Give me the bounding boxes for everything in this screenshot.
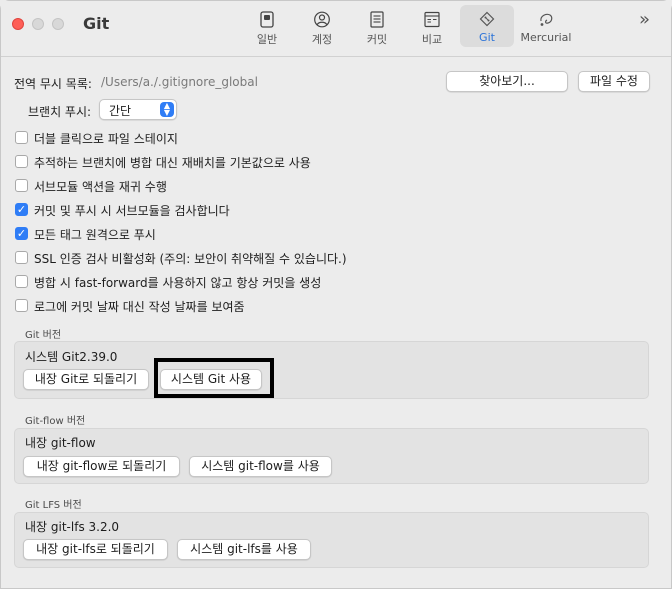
close-window-button[interactable] [12,18,24,30]
diff-window-icon [424,11,440,28]
gitlfs-version-current: 내장 git-lfs 3.2.0 [25,520,120,534]
global-ignore-label: 전역 무시 목록: [14,77,92,91]
toolbar-tab-commit[interactable]: 커밋 [359,5,395,47]
checkbox-label: 병합 시 fast-forward를 사용하지 않고 항상 커밋을 생성 [34,276,322,290]
branch-push-select[interactable]: 간단 ▲ ▼ [99,99,177,120]
checkbox-box[interactable] [15,275,28,288]
checkmark-icon[interactable]: ✓ [15,203,28,216]
window-title: Git [83,14,110,33]
gitflow-version-section-label: Git-flow 버전 [25,416,86,427]
use-embedded-git-button[interactable]: 내장 Git로 되돌리기 [23,369,149,390]
minimize-window-button[interactable] [32,18,44,30]
chevron-updown-icon: ▲ ▼ [160,102,174,117]
mercurial-icon [540,13,553,26]
checkbox-label: SSL 인증 검사 비활성화 (주의: 보안이 취약해질 수 있습니다.) [34,252,347,266]
toolbar-tab-label: 일반 [256,33,278,46]
checkbox-box[interactable] [15,179,28,192]
toolbar-tab-general[interactable]: 일반 [249,5,285,47]
toolbar-tab-label: 계정 [311,33,333,46]
toolbar-tab-mercurial[interactable]: Mercurial [517,5,575,47]
gitlfs-version-section-label: Git LFS 버전 [25,500,82,511]
checkbox-box[interactable] [15,155,28,168]
toolbar-tab-label: Mercurial [520,31,572,44]
highlight-annotation-box [154,358,274,398]
use-embedded-gitflow-button[interactable]: 내장 git-flow로 되돌리기 [23,456,180,477]
checkbox-label: 더블 클릭으로 파일 스테이지 [34,132,178,146]
checkbox-label: 추적하는 브랜치에 병합 대신 재배치를 기본값으로 사용 [34,156,311,170]
edit-file-button[interactable]: 파일 수정 [578,71,650,92]
global-ignore-path: /Users/a./.gitignore_global [101,75,258,89]
checkbox-box[interactable] [15,251,28,264]
browse-button[interactable]: 찾아보기... [446,71,568,92]
use-system-gitlfs-button[interactable]: 시스템 git-lfs를 사용 [177,539,311,560]
git-version-current: 시스템 Git2.39.0 [25,350,118,364]
checkbox-box[interactable] [15,131,28,144]
toolbar-overflow-button[interactable]: » [639,9,650,30]
use-embedded-gitlfs-button[interactable]: 내장 git-lfs로 되돌리기 [23,539,168,560]
git-version-section-label: Git 버전 [25,330,62,341]
title-bar: Git 일반 계정 커밋 비교 Git Mercurial » [1,1,671,57]
checkbox-label: 로그에 커밋 날짜 대신 작성 날짜를 보여줌 [34,300,245,314]
preferences-window: Git 일반 계정 커밋 비교 Git Mercurial » 전역 무시 목록… [0,0,672,589]
toolbar-tab-diff[interactable]: 비교 [414,5,450,47]
checkbox-box[interactable] [15,299,28,312]
toolbar-tab-label: Git [479,31,495,44]
zoom-window-button[interactable] [52,18,64,30]
general-switch-icon [260,11,274,28]
git-diamond-icon [479,11,495,27]
toolbar-tab-label: 커밋 [366,33,388,46]
branch-push-label: 브랜치 푸시: [28,105,92,119]
toolbar-tab-label: 비교 [421,33,443,46]
account-icon [314,11,330,28]
checkmark-icon[interactable]: ✓ [15,227,28,240]
commit-document-icon [370,11,384,28]
branch-push-value: 간단 [109,104,132,118]
checkbox-label: 모든 태그 원격으로 푸시 [34,228,156,242]
checkbox-label: 커밋 및 푸시 시 서브모듈을 검사합니다 [34,204,230,218]
checkbox-label: 서브모듈 액션을 재귀 수행 [34,180,167,194]
toolbar-tab-git[interactable]: Git [460,5,514,47]
use-system-gitflow-button[interactable]: 시스템 git-flow를 사용 [189,456,332,477]
toolbar-tab-accounts[interactable]: 계정 [304,5,340,47]
gitflow-version-current: 내장 git-flow [25,436,96,450]
